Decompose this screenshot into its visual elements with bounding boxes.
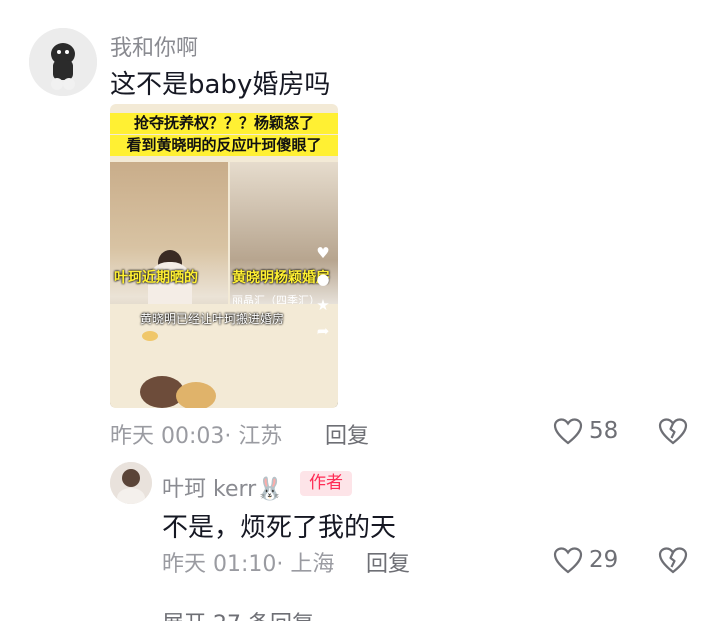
comment-icon: ●: [316, 270, 330, 288]
like-count: 58: [589, 418, 619, 444]
comment-meta: 昨天 00:03· 江苏: [110, 418, 282, 450]
image-label-left: 叶珂近期晒的: [114, 270, 198, 286]
avatar-image: [29, 28, 97, 96]
reply-avatar-image: [110, 462, 152, 504]
chevron-down-icon: ⌄: [314, 612, 339, 621]
star-icon: ★: [316, 296, 330, 314]
like-button[interactable]: [553, 417, 583, 445]
image-subcaption: 黄晓明已经让叶珂搬进婚房: [140, 312, 285, 326]
comment-image[interactable]: 抢夺抚养权？？？杨颖怒了 看到黄晓明的反应叶珂傻眼了 叶珂近期晒的 黄晓明杨颖婚…: [110, 104, 338, 408]
reply-reply-button[interactable]: 回复: [366, 546, 410, 578]
reply-button[interactable]: 回复: [325, 418, 369, 450]
heart-outline-icon: [553, 418, 583, 445]
share-icon: ➦: [316, 322, 330, 340]
reply-avatar[interactable]: [110, 462, 152, 504]
expand-replies-link[interactable]: 展开 27 条回复 ⌄: [162, 606, 339, 621]
author-badge: 作者: [300, 471, 352, 496]
comment-text: 这不是baby婚房吗: [110, 70, 331, 100]
avatar[interactable]: [29, 28, 97, 96]
broken-heart-icon: [658, 547, 688, 574]
reply-text: 不是，烦死了我的天: [162, 513, 397, 543]
comment-username[interactable]: 我和你啊: [110, 30, 198, 62]
reply-like-count: 29: [589, 547, 619, 573]
reply-dislike-button[interactable]: [658, 546, 688, 574]
reply-meta: 昨天 01:10· 上海: [162, 546, 334, 578]
comment-time: 昨天 00:03: [110, 424, 225, 449]
broken-heart-icon: [658, 418, 688, 445]
heart-icon: ♥: [316, 244, 330, 262]
reply-location: · 上海: [276, 552, 335, 577]
dislike-button[interactable]: [658, 417, 688, 445]
heart-outline-icon: [553, 547, 583, 574]
reply-time: 昨天 01:10: [162, 552, 277, 577]
reply-like-button[interactable]: [553, 546, 583, 574]
expand-replies-label: 展开 27 条回复: [162, 612, 314, 621]
image-side-icons: ♥ ● ★ ➦: [312, 244, 334, 348]
comment-location: · 江苏: [224, 424, 283, 449]
reply-username[interactable]: 叶珂 kerr🐰: [162, 471, 284, 503]
image-caption-top: 抢夺抚养权？？？杨颖怒了: [110, 113, 338, 134]
image-caption-bottom: 看到黄晓明的反应叶珂傻眼了: [110, 135, 338, 156]
